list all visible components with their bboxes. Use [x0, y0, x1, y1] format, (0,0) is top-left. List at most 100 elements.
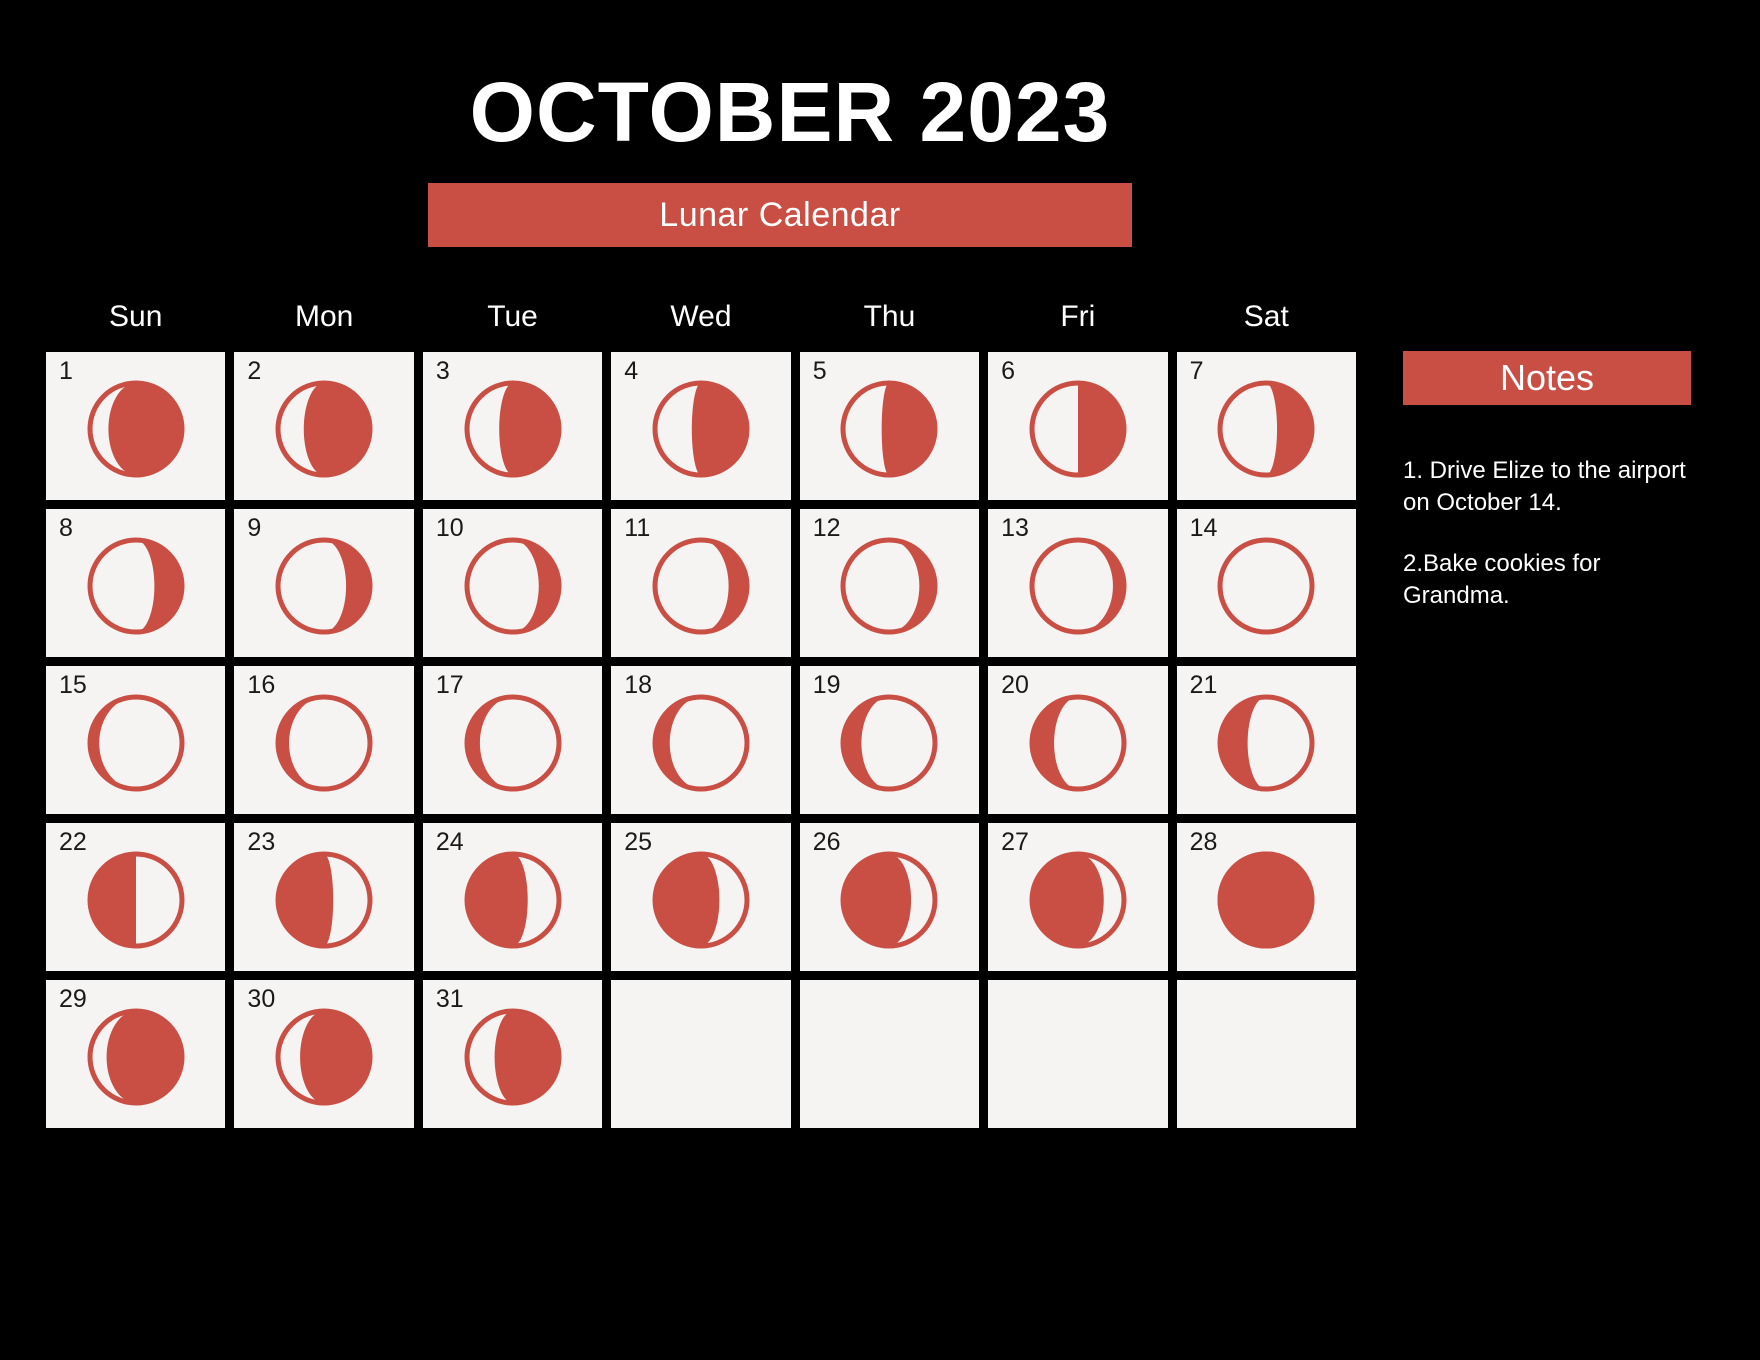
weekday-label-tue: Tue: [487, 300, 538, 333]
moon-phase-waning-gibbous-icon: [461, 1005, 565, 1109]
calendar-cell-day-29[interactable]: 29: [46, 980, 226, 1128]
calendar-cell-day-30[interactable]: 30: [234, 980, 414, 1128]
moon-phase-waning-crescent-icon: [1026, 534, 1130, 638]
note-item: 2.Bake cookies for Grandma.: [1403, 550, 1601, 610]
day-number: 30: [247, 985, 276, 1013]
moon-phase-waxing-gibbous-icon: [649, 848, 753, 952]
lunar-calendar-page: OCTOBER 2023 Lunar Calendar Sun Mon Tue Wed…: [0, 0, 1760, 1360]
calendar-cell-day-12[interactable]: 12: [799, 509, 980, 657]
calendar-cell-empty: [799, 980, 980, 1128]
calendar-cell-day-19[interactable]: 19: [799, 666, 980, 814]
moon-phase-first-quarter-icon: [84, 848, 188, 952]
day-number: 25: [624, 828, 653, 856]
day-number: 10: [435, 514, 464, 542]
calendar-cell-day-6[interactable]: 6: [988, 352, 1168, 500]
moon-phase-last-quarter-icon: [1026, 377, 1130, 481]
calendar-cell-day-14[interactable]: 14: [1176, 509, 1356, 657]
calendar-cell-day-23[interactable]: 23: [234, 823, 414, 971]
calendar-cell-day-1[interactable]: 1: [46, 352, 226, 500]
note-item: 1. Drive Elize to the airport on October…: [1403, 457, 1686, 516]
calendar-cell-day-16[interactable]: 16: [234, 666, 414, 814]
moon-phase-waxing-gibbous-icon: [1026, 848, 1130, 952]
day-number: 12: [812, 514, 841, 542]
day-number: 19: [812, 671, 841, 699]
calendar-cell-day-2[interactable]: 2: [234, 352, 414, 500]
moon-phase-waning-crescent-icon: [84, 534, 188, 638]
day-number: 31: [435, 985, 464, 1013]
moon-phase-waxing-crescent-icon: [837, 691, 941, 795]
moon-phase-waxing-crescent-icon: [1214, 691, 1318, 795]
calendar-cell-day-31[interactable]: 31: [422, 980, 603, 1128]
calendar-cell-day-13[interactable]: 13: [988, 509, 1168, 657]
calendar-cell-day-18[interactable]: 18: [611, 666, 791, 814]
day-number: 2: [247, 357, 262, 385]
calendar-cell-day-26[interactable]: 26: [799, 823, 980, 971]
day-number: 26: [812, 828, 841, 856]
moon-phase-waning-gibbous-icon: [84, 1005, 188, 1109]
calendar-cell-day-27[interactable]: 27: [988, 823, 1168, 971]
day-number: 27: [1001, 828, 1029, 856]
day-number: 29: [59, 985, 87, 1013]
notes-body: 1. Drive Elize to the airport on October…: [1403, 455, 1695, 642]
day-number: 23: [247, 828, 276, 856]
moon-phase-waning-crescent-icon: [272, 534, 376, 638]
weekday-label-sat: Sat: [1243, 300, 1289, 333]
moon-phase-waxing-crescent-icon: [84, 691, 188, 795]
calendar-cell-day-4[interactable]: 4: [611, 352, 791, 500]
moon-phase-waxing-crescent-icon: [649, 691, 753, 795]
day-number: 18: [624, 671, 653, 699]
moon-phase-new-moon-icon: [1214, 534, 1318, 638]
moon-phase-waxing-crescent-icon: [272, 691, 376, 795]
day-number: 7: [1189, 357, 1204, 385]
calendar-cell-day-22[interactable]: 22: [46, 823, 226, 971]
weekday-label-fri: Fri: [1060, 300, 1096, 333]
day-number: 4: [624, 357, 639, 385]
calendar-cell-day-21[interactable]: 21: [1176, 666, 1356, 814]
moon-phase-waxing-crescent-icon: [461, 691, 565, 795]
calendar-cell-empty: [1176, 980, 1356, 1128]
calendar-cell-day-7[interactable]: 7: [1176, 352, 1356, 500]
weekday-label-mon: Mon: [294, 300, 354, 333]
calendar-cell-empty: [988, 980, 1168, 1128]
moon-phase-waxing-gibbous-icon: [272, 848, 376, 952]
day-number: 3: [435, 357, 450, 385]
calendar-cell-day-10[interactable]: 10: [422, 509, 603, 657]
moon-phase-waxing-crescent-icon: [1026, 691, 1130, 795]
calendar-cell-day-17[interactable]: 17: [422, 666, 603, 814]
moon-phase-waning-gibbous-icon: [837, 377, 941, 481]
day-number: 11: [624, 514, 651, 542]
calendar-cell-day-24[interactable]: 24: [422, 823, 603, 971]
weekday-header-row: Sun Mon Tue Wed Thu Fri Sat: [46, 302, 1356, 332]
moon-phase-waning-gibbous-icon: [649, 377, 753, 481]
moon-phase-waning-gibbous-icon: [272, 377, 376, 481]
moon-phase-waning-gibbous-icon: [272, 1005, 376, 1109]
day-number: 21: [1189, 671, 1218, 699]
calendar-cell-day-5[interactable]: 5: [799, 352, 980, 500]
moon-phase-waning-gibbous-icon: [84, 377, 188, 481]
page-title: OCTOBER 2023: [469, 65, 1111, 159]
moon-phase-waning-crescent-icon: [837, 534, 941, 638]
calendar-cell-day-15[interactable]: 15: [46, 666, 226, 814]
day-number: 13: [1001, 514, 1029, 542]
day-number: 20: [1001, 671, 1029, 699]
calendar-cell-day-8[interactable]: 8: [46, 509, 226, 657]
moon-phase-waning-crescent-icon: [461, 534, 565, 638]
calendar-cell-day-20[interactable]: 20: [988, 666, 1168, 814]
calendar-cell-day-25[interactable]: 25: [611, 823, 791, 971]
moon-phase-waning-crescent-icon: [1214, 377, 1318, 481]
moon-phase-waning-crescent-icon: [649, 534, 753, 638]
day-number: 24: [435, 828, 464, 856]
calendar-cell-day-28[interactable]: 28: [1176, 823, 1356, 971]
moon-phase-full-moon-icon: [1214, 848, 1318, 952]
day-number: 15: [59, 671, 87, 699]
calendar-cell-day-3[interactable]: 3: [422, 352, 603, 500]
day-number: 16: [247, 671, 276, 699]
notes-heading-label: Notes: [1499, 357, 1595, 398]
day-number: 1: [59, 357, 73, 385]
weekday-label-thu: Thu: [863, 300, 916, 333]
calendar-cell-day-11[interactable]: 11: [611, 509, 791, 657]
day-number: 17: [435, 671, 464, 699]
calendar-cell-day-9[interactable]: 9: [234, 509, 414, 657]
notes-header: Notes: [1403, 351, 1691, 405]
day-number: 5: [812, 357, 827, 385]
